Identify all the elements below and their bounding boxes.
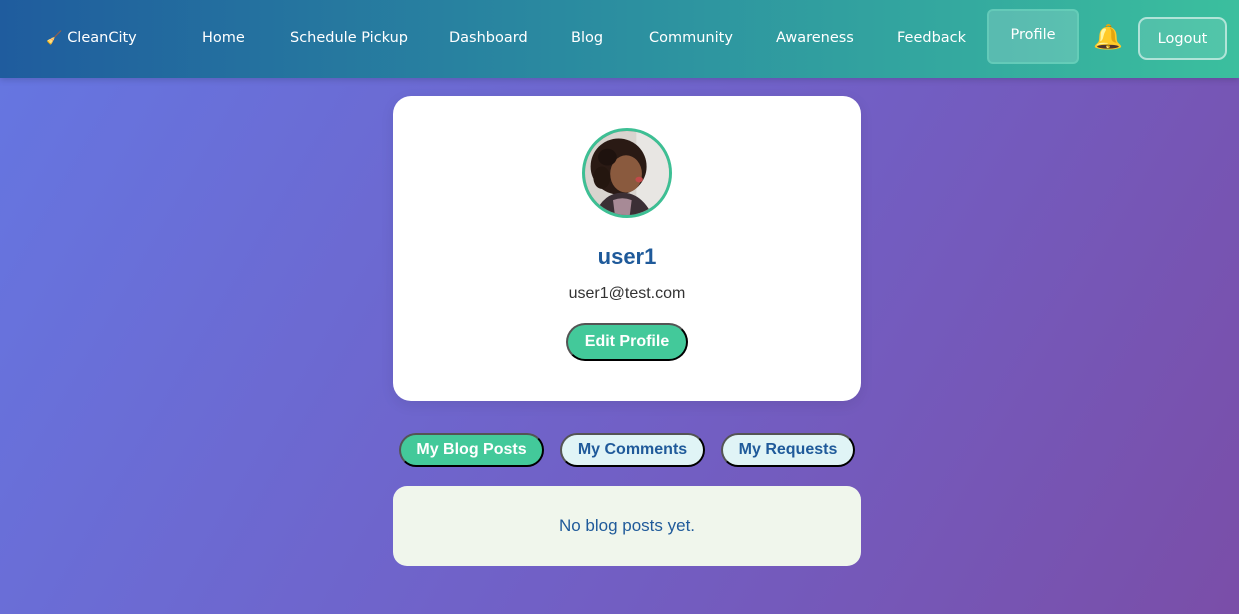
brand-logo[interactable]: 🧹 CleanCity (46, 28, 137, 48)
nav-link-profile[interactable]: Profile (987, 9, 1079, 64)
logout-button[interactable]: Logout (1138, 17, 1227, 60)
empty-state-message: No blog posts yet. (558, 516, 696, 535)
nav-link-schedule-pickup[interactable]: Schedule Pickup (290, 27, 408, 49)
nav-link-dashboard[interactable]: Dashboard (449, 27, 528, 49)
nav-link-awareness[interactable]: Awareness (776, 27, 854, 49)
nav-link-blog[interactable]: Blog (571, 27, 603, 49)
bell-icon[interactable]: 🔔 (1093, 24, 1123, 52)
nav-link-community[interactable]: Community (649, 27, 733, 49)
broom-icon: 🧹 (46, 30, 63, 46)
avatar (582, 128, 672, 218)
edit-profile-button[interactable]: Edit Profile (566, 323, 688, 361)
nav-link-home[interactable]: Home (202, 27, 245, 49)
profile-email: user1@test.com (568, 285, 686, 302)
navbar: 🧹 CleanCity Home Schedule Pickup Dashboa… (0, 0, 1239, 78)
profile-username: user1 (597, 244, 657, 269)
blog-posts-panel: No blog posts yet. (393, 486, 861, 566)
avatar-photo (585, 131, 669, 215)
profile-card: user1 user1@test.com Edit Profile (393, 96, 861, 401)
tab-my-comments[interactable]: My Comments (560, 433, 705, 467)
tab-my-blog-posts[interactable]: My Blog Posts (399, 433, 544, 467)
brand-name: CleanCity (67, 30, 137, 46)
tab-my-requests[interactable]: My Requests (721, 433, 855, 467)
nav-link-feedback[interactable]: Feedback (897, 27, 966, 49)
